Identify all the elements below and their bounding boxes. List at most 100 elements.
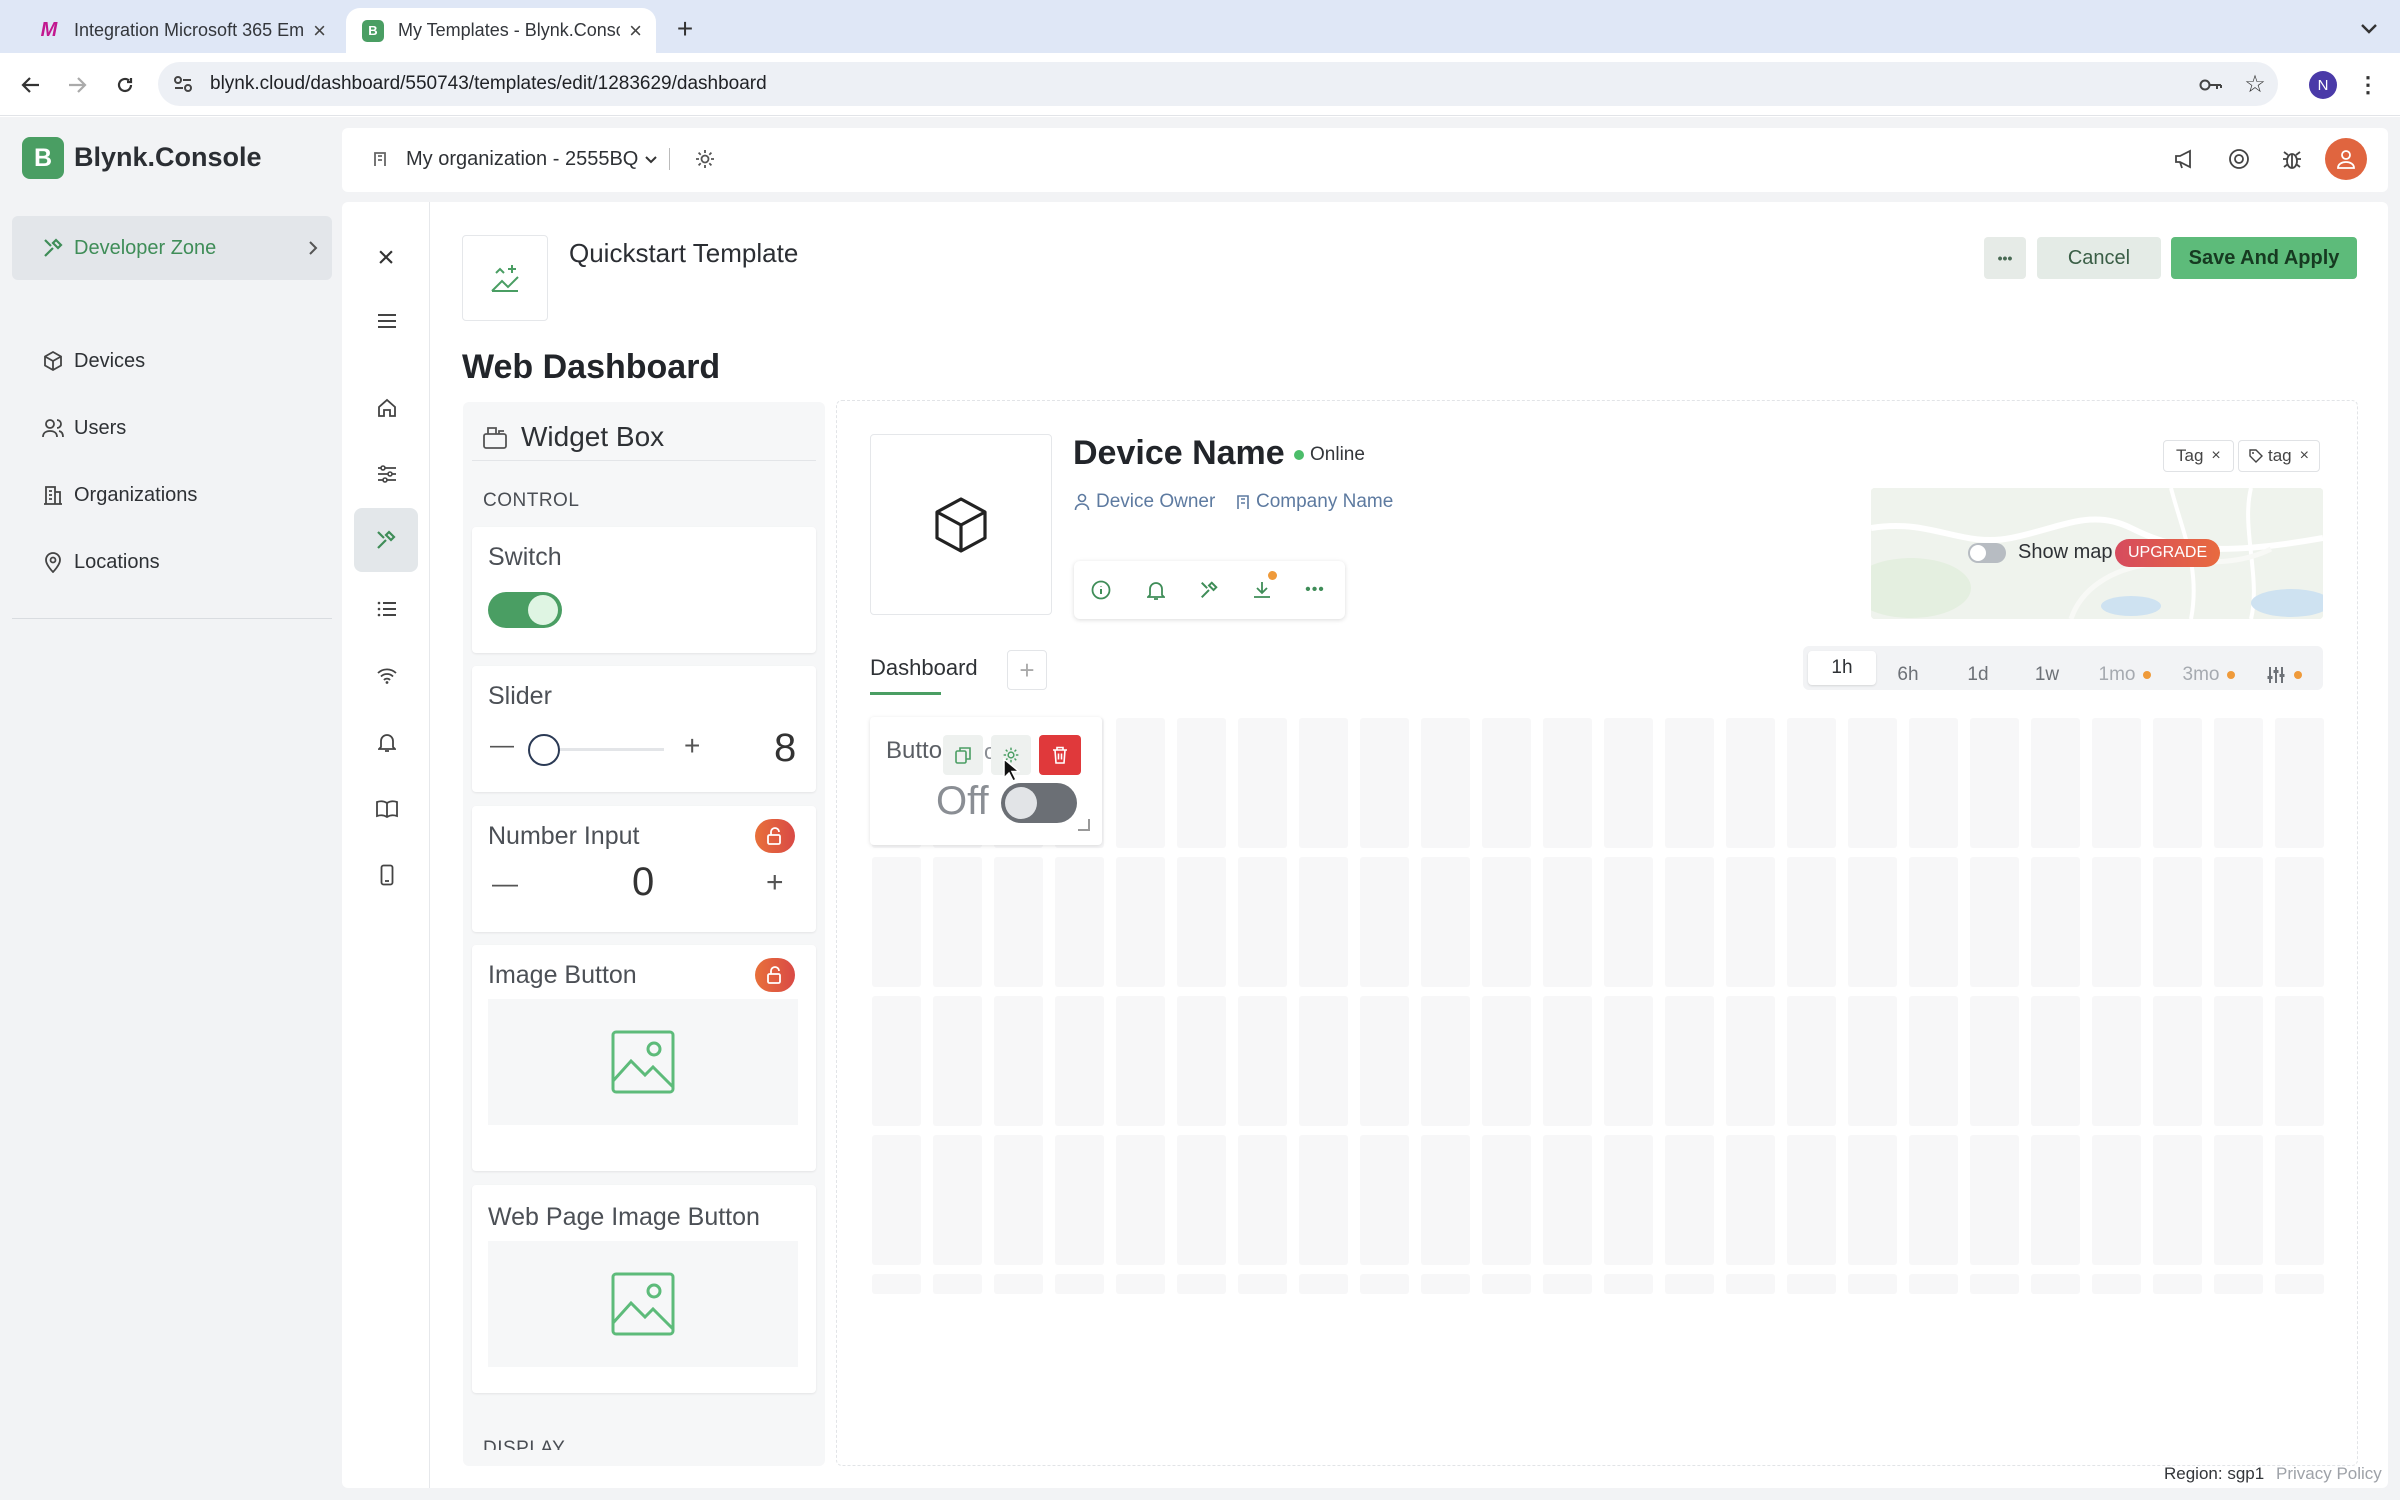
show-map-toggle[interactable]: [1968, 543, 2006, 563]
number-increment-button[interactable]: +: [766, 866, 784, 900]
template-image[interactable]: [462, 235, 548, 321]
org-name: My organization - 2555BQ: [406, 148, 639, 170]
slider-decrement-button[interactable]: —: [490, 732, 514, 760]
widget-toggle[interactable]: [1001, 783, 1077, 823]
device-image[interactable]: [870, 434, 1052, 615]
tag-chip[interactable]: tag ×: [2238, 440, 2320, 472]
timeframe-1w[interactable]: 1w: [2013, 656, 2081, 694]
timeframe-6h[interactable]: 6h: [1874, 656, 1942, 694]
grid-cell: [2092, 1135, 2141, 1265]
list-icon[interactable]: [372, 594, 402, 624]
image-icon: [611, 1272, 675, 1336]
tab-dashboard[interactable]: Dashboard: [870, 655, 978, 681]
help-lifebuoy-icon[interactable]: [2226, 146, 2252, 172]
web-dashboard-tool-icon[interactable]: [354, 508, 418, 572]
custom-range-button[interactable]: [2252, 656, 2316, 694]
browser-tab-active[interactable]: B My Templates - Blynk.Consol ×: [346, 8, 656, 53]
resize-handle[interactable]: [1078, 819, 1090, 831]
wifi-icon[interactable]: [372, 661, 402, 691]
widget-card-slider[interactable]: Slider — + 8: [472, 666, 816, 792]
timeframe-1d[interactable]: 1d: [1944, 656, 2012, 694]
sidebar-item-developer-zone[interactable]: Developer Zone: [12, 216, 332, 280]
grid-cell: [1299, 718, 1348, 848]
slider-increment-button[interactable]: +: [684, 730, 700, 762]
upgrade-lock-icon[interactable]: [755, 958, 795, 992]
duplicate-widget-icon[interactable]: [943, 735, 983, 775]
browser-tab-inactive[interactable]: M Integration Microsoft 365 Em ×: [22, 8, 340, 53]
close-tab-icon[interactable]: ×: [629, 18, 642, 44]
timeframe-3mo[interactable]: 3mo: [2170, 656, 2248, 694]
upgrade-lock-icon[interactable]: [755, 819, 795, 853]
menu-hamburger-icon[interactable]: [372, 306, 402, 336]
timeframe-1h[interactable]: 1h: [1808, 651, 1876, 685]
grid-cell: [1238, 857, 1287, 987]
delete-widget-trash-icon[interactable]: [1039, 735, 1081, 775]
grid-cell: [1604, 1274, 1653, 1294]
book-icon[interactable]: [372, 794, 402, 824]
toggle-knob: [1005, 787, 1037, 819]
user-avatar[interactable]: [2325, 138, 2367, 180]
number-decrement-button[interactable]: —: [492, 868, 518, 899]
profile-avatar[interactable]: N: [2309, 71, 2337, 99]
widget-card-web-page-image-button[interactable]: Web Page Image Button: [472, 1185, 816, 1393]
sidebar-item-locations[interactable]: Locations: [12, 530, 332, 594]
widget-card-switch[interactable]: Switch: [472, 527, 816, 653]
more-options-button[interactable]: •••: [1984, 237, 2026, 279]
chevron-right-icon: [309, 241, 318, 255]
remove-tag-icon[interactable]: ×: [2211, 447, 2220, 465]
bookmark-star-icon[interactable]: ☆: [2242, 71, 2268, 98]
sidebar-item-users[interactable]: Users: [12, 396, 332, 460]
widget-card-image-button[interactable]: Image Button: [472, 945, 816, 1171]
bug-report-icon[interactable]: [2279, 146, 2305, 172]
org-settings-gear-icon[interactable]: [692, 146, 718, 172]
announcements-megaphone-icon[interactable]: [2172, 146, 2198, 172]
mobile-icon[interactable]: [372, 860, 402, 890]
company-name[interactable]: Company Name: [1236, 491, 1393, 513]
close-icon[interactable]: ×: [370, 241, 402, 274]
forward-icon[interactable]: [62, 70, 92, 100]
back-icon[interactable]: [16, 70, 46, 100]
site-settings-icon[interactable]: [172, 73, 194, 95]
sidebar-item-organizations[interactable]: Organizations: [12, 463, 332, 527]
grid-cell: [2275, 996, 2324, 1126]
switch-toggle[interactable]: [488, 592, 562, 628]
password-key-icon[interactable]: [2198, 72, 2224, 98]
cancel-button[interactable]: Cancel: [2037, 237, 2161, 279]
info-icon[interactable]: [1089, 578, 1113, 602]
notifications-bell-icon[interactable]: [372, 727, 402, 757]
device-owner[interactable]: Device Owner: [1074, 491, 1215, 513]
sidebar-item-devices[interactable]: Devices: [12, 329, 332, 393]
download-icon[interactable]: [1250, 578, 1274, 602]
tools-icon[interactable]: [1197, 578, 1221, 602]
url-text[interactable]: blynk.cloud/dashboard/550743/templates/e…: [210, 73, 767, 95]
chevron-down-icon[interactable]: [2354, 14, 2384, 44]
slider-thumb[interactable]: [528, 734, 560, 766]
sidebar-item-label: Locations: [74, 550, 160, 573]
grid-cell: [1421, 857, 1470, 987]
new-tab-icon[interactable]: +: [670, 13, 700, 44]
add-tab-button[interactable]: +: [1007, 650, 1047, 690]
save-and-apply-button[interactable]: Save And Apply: [2171, 237, 2357, 279]
close-tab-icon[interactable]: ×: [313, 18, 326, 44]
grid-cell: [2214, 1274, 2263, 1294]
upgrade-badge[interactable]: UPGRADE: [2115, 539, 2221, 567]
reload-icon[interactable]: [110, 70, 140, 100]
privacy-policy-link[interactable]: Privacy Policy: [2276, 1464, 2382, 1484]
tag-chip[interactable]: Tag ×: [2163, 440, 2234, 472]
template-name[interactable]: Quickstart Template: [569, 238, 798, 269]
widget-card-number-input[interactable]: Number Input — 0 +: [472, 806, 816, 932]
timeframe-1mo[interactable]: 1mo: [2086, 656, 2164, 694]
org-selector[interactable]: My organization - 2555BQ: [406, 148, 658, 171]
bell-icon[interactable]: [1144, 578, 1168, 602]
device-owner-label: Device Owner: [1096, 491, 1216, 512]
grid-cell: [1299, 857, 1348, 987]
more-icon[interactable]: •••: [1303, 578, 1327, 602]
dashboard-widget-button[interactable]: Butto ol... Off: [870, 717, 1102, 845]
remove-tag-icon[interactable]: ×: [2300, 447, 2309, 465]
grid-cell: [1299, 996, 1348, 1126]
datastreams-icon[interactable]: [372, 459, 402, 489]
browser-menu-icon[interactable]: ⋮: [2357, 70, 2379, 100]
grid-cell: [1482, 718, 1531, 848]
image-placeholder: [488, 999, 798, 1125]
home-icon[interactable]: [372, 393, 402, 423]
